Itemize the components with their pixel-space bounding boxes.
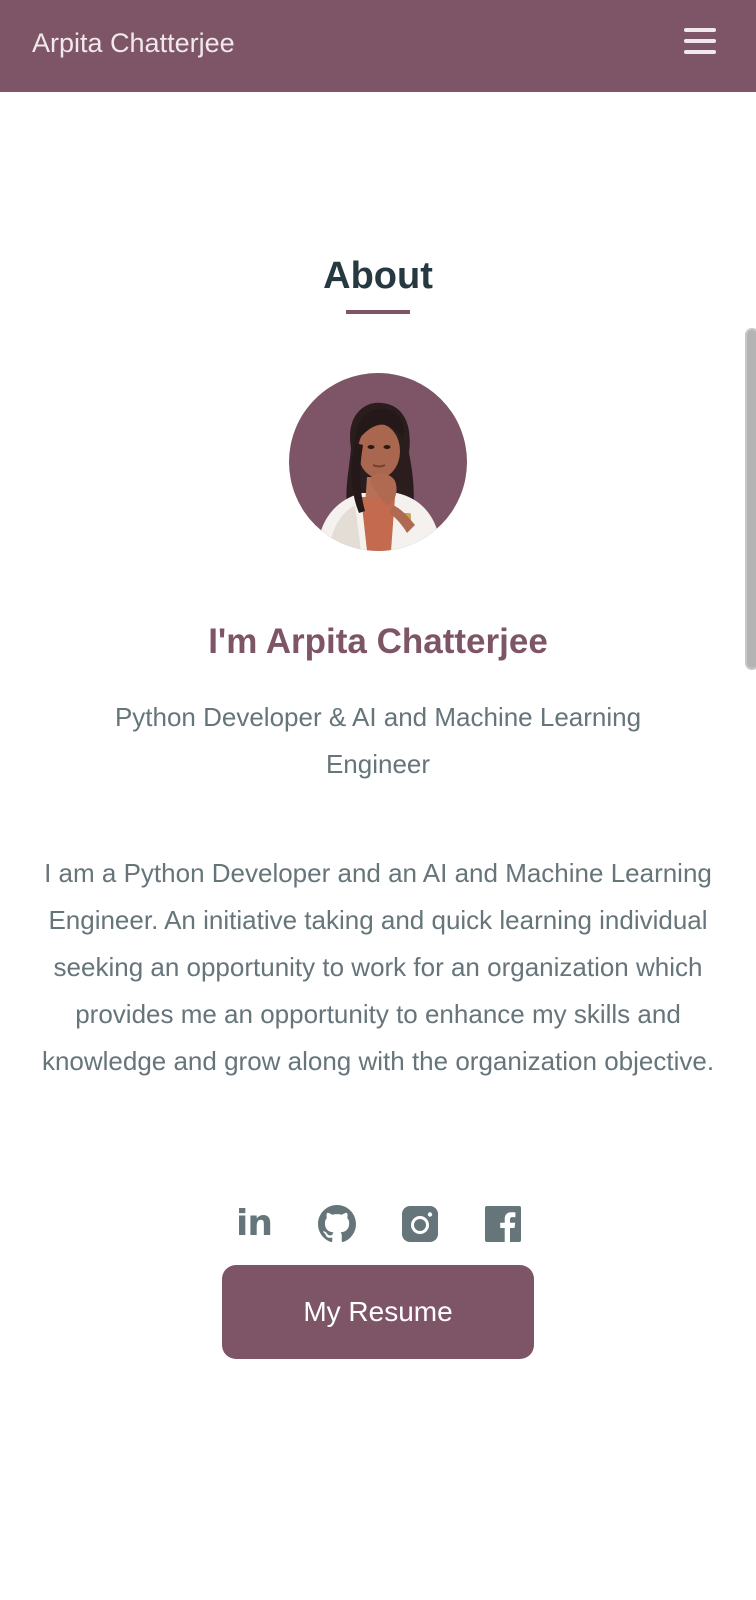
hamburger-menu-icon[interactable] (678, 24, 722, 60)
facebook-icon-glyph (485, 1206, 521, 1242)
github-icon[interactable] (317, 1204, 357, 1244)
instagram-icon[interactable] (400, 1204, 440, 1244)
navbar-brand[interactable]: Arpita Chatterjee (32, 28, 235, 59)
scrollbar-thumb[interactable] (745, 328, 756, 670)
role-subtitle: Python Developer & AI and Machine Learni… (114, 702, 642, 779)
navbar: Arpita Chatterjee (0, 0, 756, 92)
title-underline (346, 310, 410, 314)
my-resume-button[interactable]: My Resume (222, 1265, 534, 1359)
instagram-icon-glyph (402, 1206, 438, 1242)
linkedin-icon-text: in (236, 1203, 273, 1244)
profile-photo (289, 373, 467, 551)
bio-paragraph: I am a Python Developer and an AI and Ma… (41, 858, 715, 1076)
intro-name: I'm Arpita Chatterjee (208, 622, 548, 661)
section-title: About (323, 255, 433, 297)
linkedin-icon[interactable]: in (234, 1204, 274, 1244)
github-icon-glyph (318, 1205, 356, 1243)
profile-photo-illustration (317, 402, 441, 551)
facebook-icon[interactable] (483, 1204, 523, 1244)
page: Arpita Chatterjee About I'm Arpita Chatt… (0, 0, 756, 1600)
